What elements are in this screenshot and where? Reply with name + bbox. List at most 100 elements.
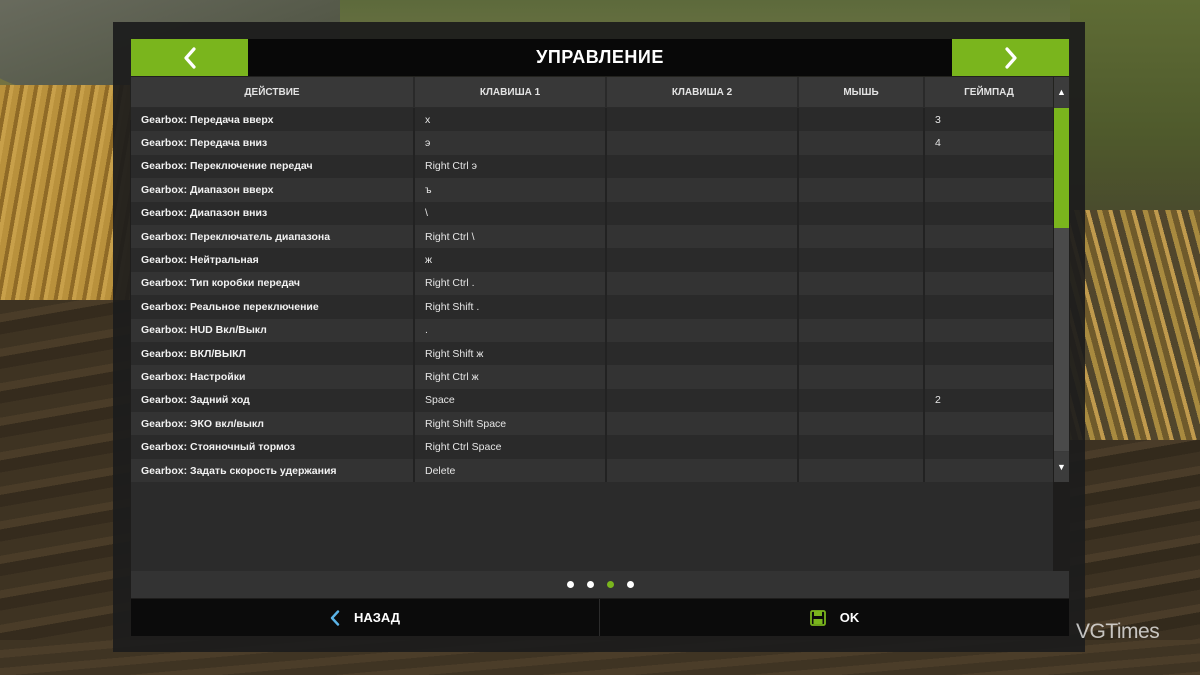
key2-binding-cell[interactable] <box>607 131 799 155</box>
gamepad-binding-cell[interactable] <box>925 248 1053 271</box>
mouse-binding-cell[interactable] <box>799 178 925 202</box>
mouse-binding-cell[interactable] <box>799 341 925 366</box>
key2-binding-cell[interactable] <box>607 224 799 249</box>
key2-binding-cell[interactable] <box>607 341 799 366</box>
key2-binding-cell[interactable] <box>607 271 799 296</box>
key1-binding-cell[interactable]: Right Ctrl ж <box>415 365 607 389</box>
key1-binding-cell[interactable]: Right Ctrl Space <box>415 435 607 459</box>
key1-binding-cell[interactable]: Right Ctrl . <box>415 271 607 296</box>
gamepad-binding-cell[interactable] <box>925 225 1053 248</box>
mouse-binding-cell[interactable] <box>799 365 925 389</box>
mouse-binding-cell[interactable] <box>799 295 925 319</box>
background-wheat-field-left <box>0 85 130 325</box>
table-row[interactable]: Gearbox: HUD Вкл/Выкл. <box>131 318 1053 342</box>
action-cell: Gearbox: Передача вниз <box>131 131 415 155</box>
chevron-left-icon <box>183 46 196 69</box>
table-row[interactable]: Gearbox: Диапазон вниз \ <box>131 201 1053 225</box>
table-row[interactable]: Gearbox: Тип коробки передач Right Ctrl . <box>131 271 1053 296</box>
ok-button[interactable]: OK <box>600 599 1069 636</box>
key1-binding-cell[interactable]: Delete <box>415 458 607 483</box>
key1-binding-cell[interactable]: \ <box>415 201 607 225</box>
key2-binding-cell[interactable] <box>607 178 799 202</box>
key1-binding-cell[interactable]: ъ <box>415 178 607 202</box>
table-row[interactable]: Gearbox: Передача вниз э 4 <box>131 131 1053 155</box>
action-cell: Gearbox: Диапазон вверх <box>131 178 415 202</box>
page-dot[interactable] <box>566 581 574 588</box>
page-dot[interactable] <box>626 581 634 588</box>
key1-binding-cell[interactable]: . <box>415 318 607 342</box>
mouse-binding-cell[interactable] <box>799 388 925 413</box>
key1-binding-cell[interactable]: Right Ctrl \ <box>415 224 607 249</box>
mouse-binding-cell[interactable] <box>799 201 925 225</box>
gamepad-binding-cell[interactable]: 4 <box>925 131 1053 154</box>
key2-binding-cell[interactable] <box>607 458 799 483</box>
scrollbar-thumb[interactable] <box>1054 108 1069 228</box>
key2-binding-cell[interactable] <box>607 295 799 319</box>
key1-binding-cell[interactable]: Space <box>415 388 607 413</box>
table-row[interactable]: Gearbox: Переключение передач Right Ctrl … <box>131 154 1053 179</box>
key2-binding-cell[interactable] <box>607 154 799 179</box>
mouse-binding-cell[interactable] <box>799 412 925 436</box>
action-cell: Gearbox: ЭКО вкл/выкл <box>131 412 415 436</box>
key2-binding-cell[interactable] <box>607 248 799 272</box>
mouse-binding-cell[interactable] <box>799 435 925 459</box>
table-row[interactable]: Gearbox: Задать скорость удержания Delete <box>131 458 1053 483</box>
key1-binding-cell[interactable]: э <box>415 131 607 155</box>
scrollbar-track[interactable] <box>1054 108 1069 451</box>
gamepad-binding-cell[interactable]: 2 <box>925 389 1053 412</box>
mouse-binding-cell[interactable] <box>799 108 925 132</box>
table-scrollbar[interactable]: ▲ ▼ <box>1054 77 1069 482</box>
gamepad-binding-cell[interactable] <box>925 435 1053 458</box>
mouse-binding-cell[interactable] <box>799 458 925 483</box>
scroll-down-button[interactable]: ▼ <box>1054 452 1069 482</box>
gamepad-binding-cell[interactable] <box>925 365 1053 388</box>
mouse-binding-cell[interactable] <box>799 248 925 272</box>
key2-binding-cell[interactable] <box>607 412 799 436</box>
back-button-label: НАЗАД <box>353 610 401 625</box>
mouse-binding-cell[interactable] <box>799 318 925 342</box>
table-row[interactable]: Gearbox: Передача вверх x 3 <box>131 108 1053 132</box>
mouse-binding-cell[interactable] <box>799 271 925 296</box>
next-page-button[interactable] <box>952 39 1069 76</box>
table-row[interactable]: Gearbox: ЭКО вкл/выкл Right Shift Space <box>131 412 1053 436</box>
mouse-binding-cell[interactable] <box>799 154 925 179</box>
key2-binding-cell[interactable] <box>607 365 799 389</box>
key2-binding-cell[interactable] <box>607 201 799 225</box>
table-row[interactable]: Gearbox: ВКЛ/ВЫКЛ Right Shift ж <box>131 341 1053 366</box>
gamepad-binding-cell[interactable]: 3 <box>925 108 1053 131</box>
previous-page-button[interactable] <box>131 39 248 76</box>
table-row[interactable]: Gearbox: Нейтральная ж <box>131 248 1053 272</box>
key2-binding-cell[interactable] <box>607 388 799 413</box>
mouse-binding-cell[interactable] <box>799 131 925 155</box>
table-row[interactable]: Gearbox: Переключатель диапазона Right Ct… <box>131 224 1053 249</box>
mouse-binding-cell[interactable] <box>799 224 925 249</box>
gamepad-binding-cell[interactable] <box>925 295 1053 318</box>
gamepad-binding-cell[interactable] <box>925 459 1053 482</box>
key1-binding-cell[interactable]: ж <box>415 248 607 272</box>
key1-binding-cell[interactable]: Right Ctrl э <box>415 154 607 179</box>
key2-binding-cell[interactable] <box>607 435 799 459</box>
table-row[interactable]: Gearbox: Диапазон вверх ъ <box>131 178 1053 202</box>
page-dot[interactable] <box>586 581 594 588</box>
back-button[interactable]: НАЗАД <box>131 599 600 636</box>
gamepad-binding-cell[interactable] <box>925 178 1053 201</box>
key1-binding-cell[interactable]: x <box>415 108 607 132</box>
table-row[interactable]: Gearbox: Настройки Right Ctrl ж <box>131 365 1053 389</box>
scroll-up-button[interactable]: ▲ <box>1054 77 1069 107</box>
gamepad-binding-cell[interactable] <box>925 342 1053 365</box>
table-row[interactable]: Gearbox: Задний ход Space 2 <box>131 388 1053 413</box>
table-row[interactable]: Gearbox: Реальное переключение Right Shif… <box>131 295 1053 319</box>
table-row[interactable]: Gearbox: Стояночный тормоз Right Ctrl Spa… <box>131 435 1053 459</box>
key1-binding-cell[interactable]: Right Shift . <box>415 295 607 319</box>
gamepad-binding-cell[interactable] <box>925 202 1053 225</box>
gamepad-binding-cell[interactable] <box>925 272 1053 295</box>
key2-binding-cell[interactable] <box>607 318 799 342</box>
key1-binding-cell[interactable]: Right Shift Space <box>415 412 607 436</box>
page-dot[interactable] <box>606 581 614 588</box>
gamepad-binding-cell[interactable] <box>925 155 1053 178</box>
gamepad-binding-cell[interactable] <box>925 412 1053 435</box>
gamepad-binding-cell[interactable] <box>925 319 1053 342</box>
key1-binding-cell[interactable]: Right Shift ж <box>415 341 607 366</box>
key2-binding-cell[interactable] <box>607 108 799 132</box>
action-cell: Gearbox: Переключение передач <box>131 154 415 179</box>
